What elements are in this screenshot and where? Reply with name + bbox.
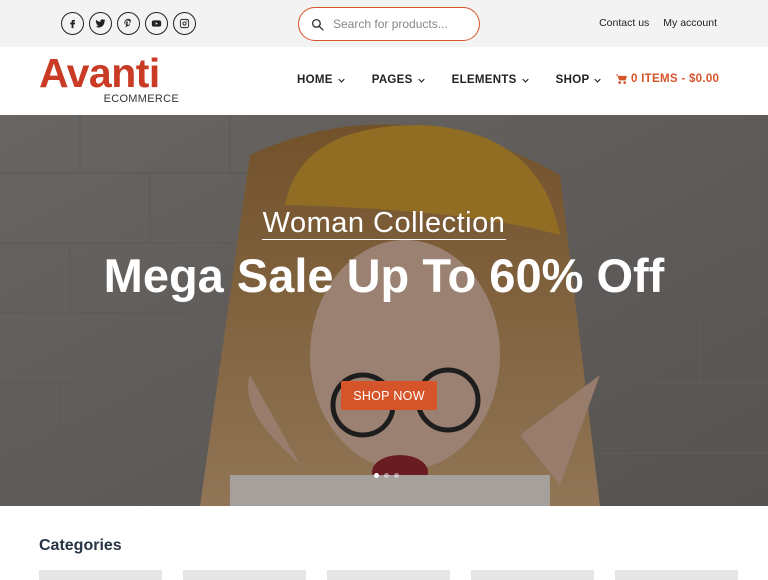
category-card[interactable]: [471, 570, 594, 580]
youtube-icon[interactable]: [145, 12, 168, 35]
chevron-down-icon: [521, 78, 529, 83]
slider-dot[interactable]: [394, 473, 399, 478]
nav-item-home[interactable]: HOME: [297, 74, 345, 86]
nav-label: HOME: [297, 74, 333, 86]
my-account-link[interactable]: My account: [663, 17, 717, 29]
chevron-down-icon: [594, 78, 602, 83]
logo-tagline: ECOMMERCE: [103, 93, 179, 105]
social-links: [61, 12, 196, 35]
slider-dot[interactable]: [374, 473, 379, 478]
facebook-icon[interactable]: [61, 12, 84, 35]
contact-us-link[interactable]: Contact us: [599, 17, 649, 29]
hero-slider: Woman Collection Mega Sale Up To 60% Off…: [0, 115, 768, 506]
hero-title: Mega Sale Up To 60% Off: [103, 249, 665, 302]
cart-summary[interactable]: 0 ITEMS - $0.00: [616, 73, 719, 85]
nav-label: PAGES: [371, 74, 413, 86]
nav-item-elements[interactable]: ELEMENTS: [452, 74, 529, 86]
site-header: Avanti ECOMMERCE HOME PAGES ELEMENTS SHO…: [0, 47, 768, 115]
pinterest-icon[interactable]: [117, 12, 140, 35]
category-list: [39, 570, 738, 580]
hero-subtitle: Woman Collection: [261, 207, 507, 240]
cart-label: 0 ITEMS - $0.00: [631, 73, 720, 85]
search-icon: [311, 18, 324, 31]
instagram-icon[interactable]: [173, 12, 196, 35]
category-card[interactable]: [327, 570, 450, 580]
product-search[interactable]: [298, 7, 480, 41]
nav-label: ELEMENTS: [451, 74, 517, 86]
nav-item-shop[interactable]: SHOP: [556, 74, 602, 86]
hero-overlay: [0, 115, 768, 506]
cart-icon: [616, 74, 627, 84]
main-nav: HOME PAGES ELEMENTS SHOP: [297, 74, 602, 86]
search-input[interactable]: [333, 17, 473, 31]
nav-label: SHOP: [555, 74, 590, 86]
category-card[interactable]: [39, 570, 162, 580]
slider-pagination: [374, 473, 399, 478]
category-card[interactable]: [183, 570, 306, 580]
top-links: Contact us My account: [599, 17, 717, 29]
categories-heading: Categories: [39, 537, 122, 554]
slider-dot[interactable]: [384, 473, 389, 478]
category-card[interactable]: [615, 570, 738, 580]
logo-wordmark: Avanti: [39, 50, 160, 96]
top-bar: Contact us My account: [0, 0, 768, 47]
twitter-icon[interactable]: [89, 12, 112, 35]
chevron-down-icon: [417, 78, 425, 83]
nav-item-pages[interactable]: PAGES: [372, 74, 425, 86]
shop-now-button[interactable]: SHOP NOW: [341, 381, 437, 410]
site-logo[interactable]: Avanti ECOMMERCE: [39, 50, 184, 108]
chevron-down-icon: [338, 78, 345, 83]
